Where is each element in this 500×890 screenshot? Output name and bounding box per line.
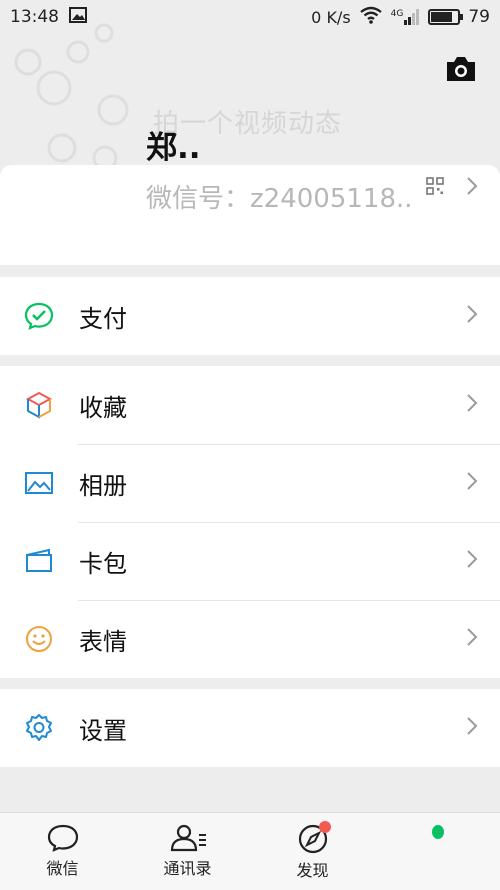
wechat-id: 微信号：z24005118.. xyxy=(146,184,413,214)
chevron-right-icon xyxy=(466,627,478,651)
bottom-tab-bar: 微信 通讯录 发现 xyxy=(0,812,500,890)
tab-contacts[interactable]: 通讯录 xyxy=(125,813,250,890)
favorites-cube-icon xyxy=(24,390,54,420)
menu-item-settings[interactable]: 设置 xyxy=(0,689,500,767)
tab-chats[interactable]: 微信 xyxy=(0,813,125,890)
menu-label-cards: 卡包 xyxy=(79,549,127,578)
chevron-right-icon xyxy=(466,549,478,573)
menu-label-album: 相册 xyxy=(79,471,127,500)
tab-label-discover: 发现 xyxy=(296,861,329,880)
tab-label-contacts: 通讯录 xyxy=(163,859,212,878)
tab-discover[interactable]: 发现 xyxy=(250,813,375,890)
menu-item-cards[interactable]: 卡包 xyxy=(0,522,500,600)
chevron-right-icon xyxy=(466,304,478,328)
camera-button[interactable] xyxy=(444,53,478,85)
menu-label-stickers: 表情 xyxy=(79,627,127,656)
chevron-right-icon xyxy=(466,393,478,417)
menu-label-pay: 支付 xyxy=(79,304,127,333)
menu-label-settings: 设置 xyxy=(79,716,127,745)
tab-me[interactable] xyxy=(375,813,500,890)
chevron-right-icon xyxy=(466,471,478,495)
card-wallet-icon xyxy=(24,546,54,576)
menu-item-album[interactable]: 相册 xyxy=(0,444,500,522)
camera-icon xyxy=(447,57,475,81)
menu-item-pay[interactable]: 支付 xyxy=(0,277,500,355)
smiley-face-icon xyxy=(24,624,54,654)
me-person-icon xyxy=(431,825,444,839)
tab-label-chats: 微信 xyxy=(46,859,79,878)
menu-item-favorites[interactable]: 收藏 xyxy=(0,366,500,444)
contacts-icon xyxy=(170,824,206,852)
profile-chevron-right-icon xyxy=(466,176,478,200)
chevron-right-icon xyxy=(466,716,478,740)
settings-group: 设置 xyxy=(0,689,500,767)
chat-bubble-icon xyxy=(47,824,78,852)
menu-label-favorites: 收藏 xyxy=(79,393,127,422)
discover-badge-dot xyxy=(319,821,331,833)
gear-icon xyxy=(24,713,54,743)
pay-group: 支付 xyxy=(0,277,500,355)
pay-icon xyxy=(24,301,54,331)
menu-item-stickers[interactable]: 表情 xyxy=(0,600,500,678)
qr-code-icon[interactable] xyxy=(426,177,444,195)
features-group: 收藏 相册 卡包 表情 xyxy=(0,366,500,678)
album-image-icon xyxy=(24,468,54,498)
profile-nickname: 郑.. xyxy=(146,130,201,166)
